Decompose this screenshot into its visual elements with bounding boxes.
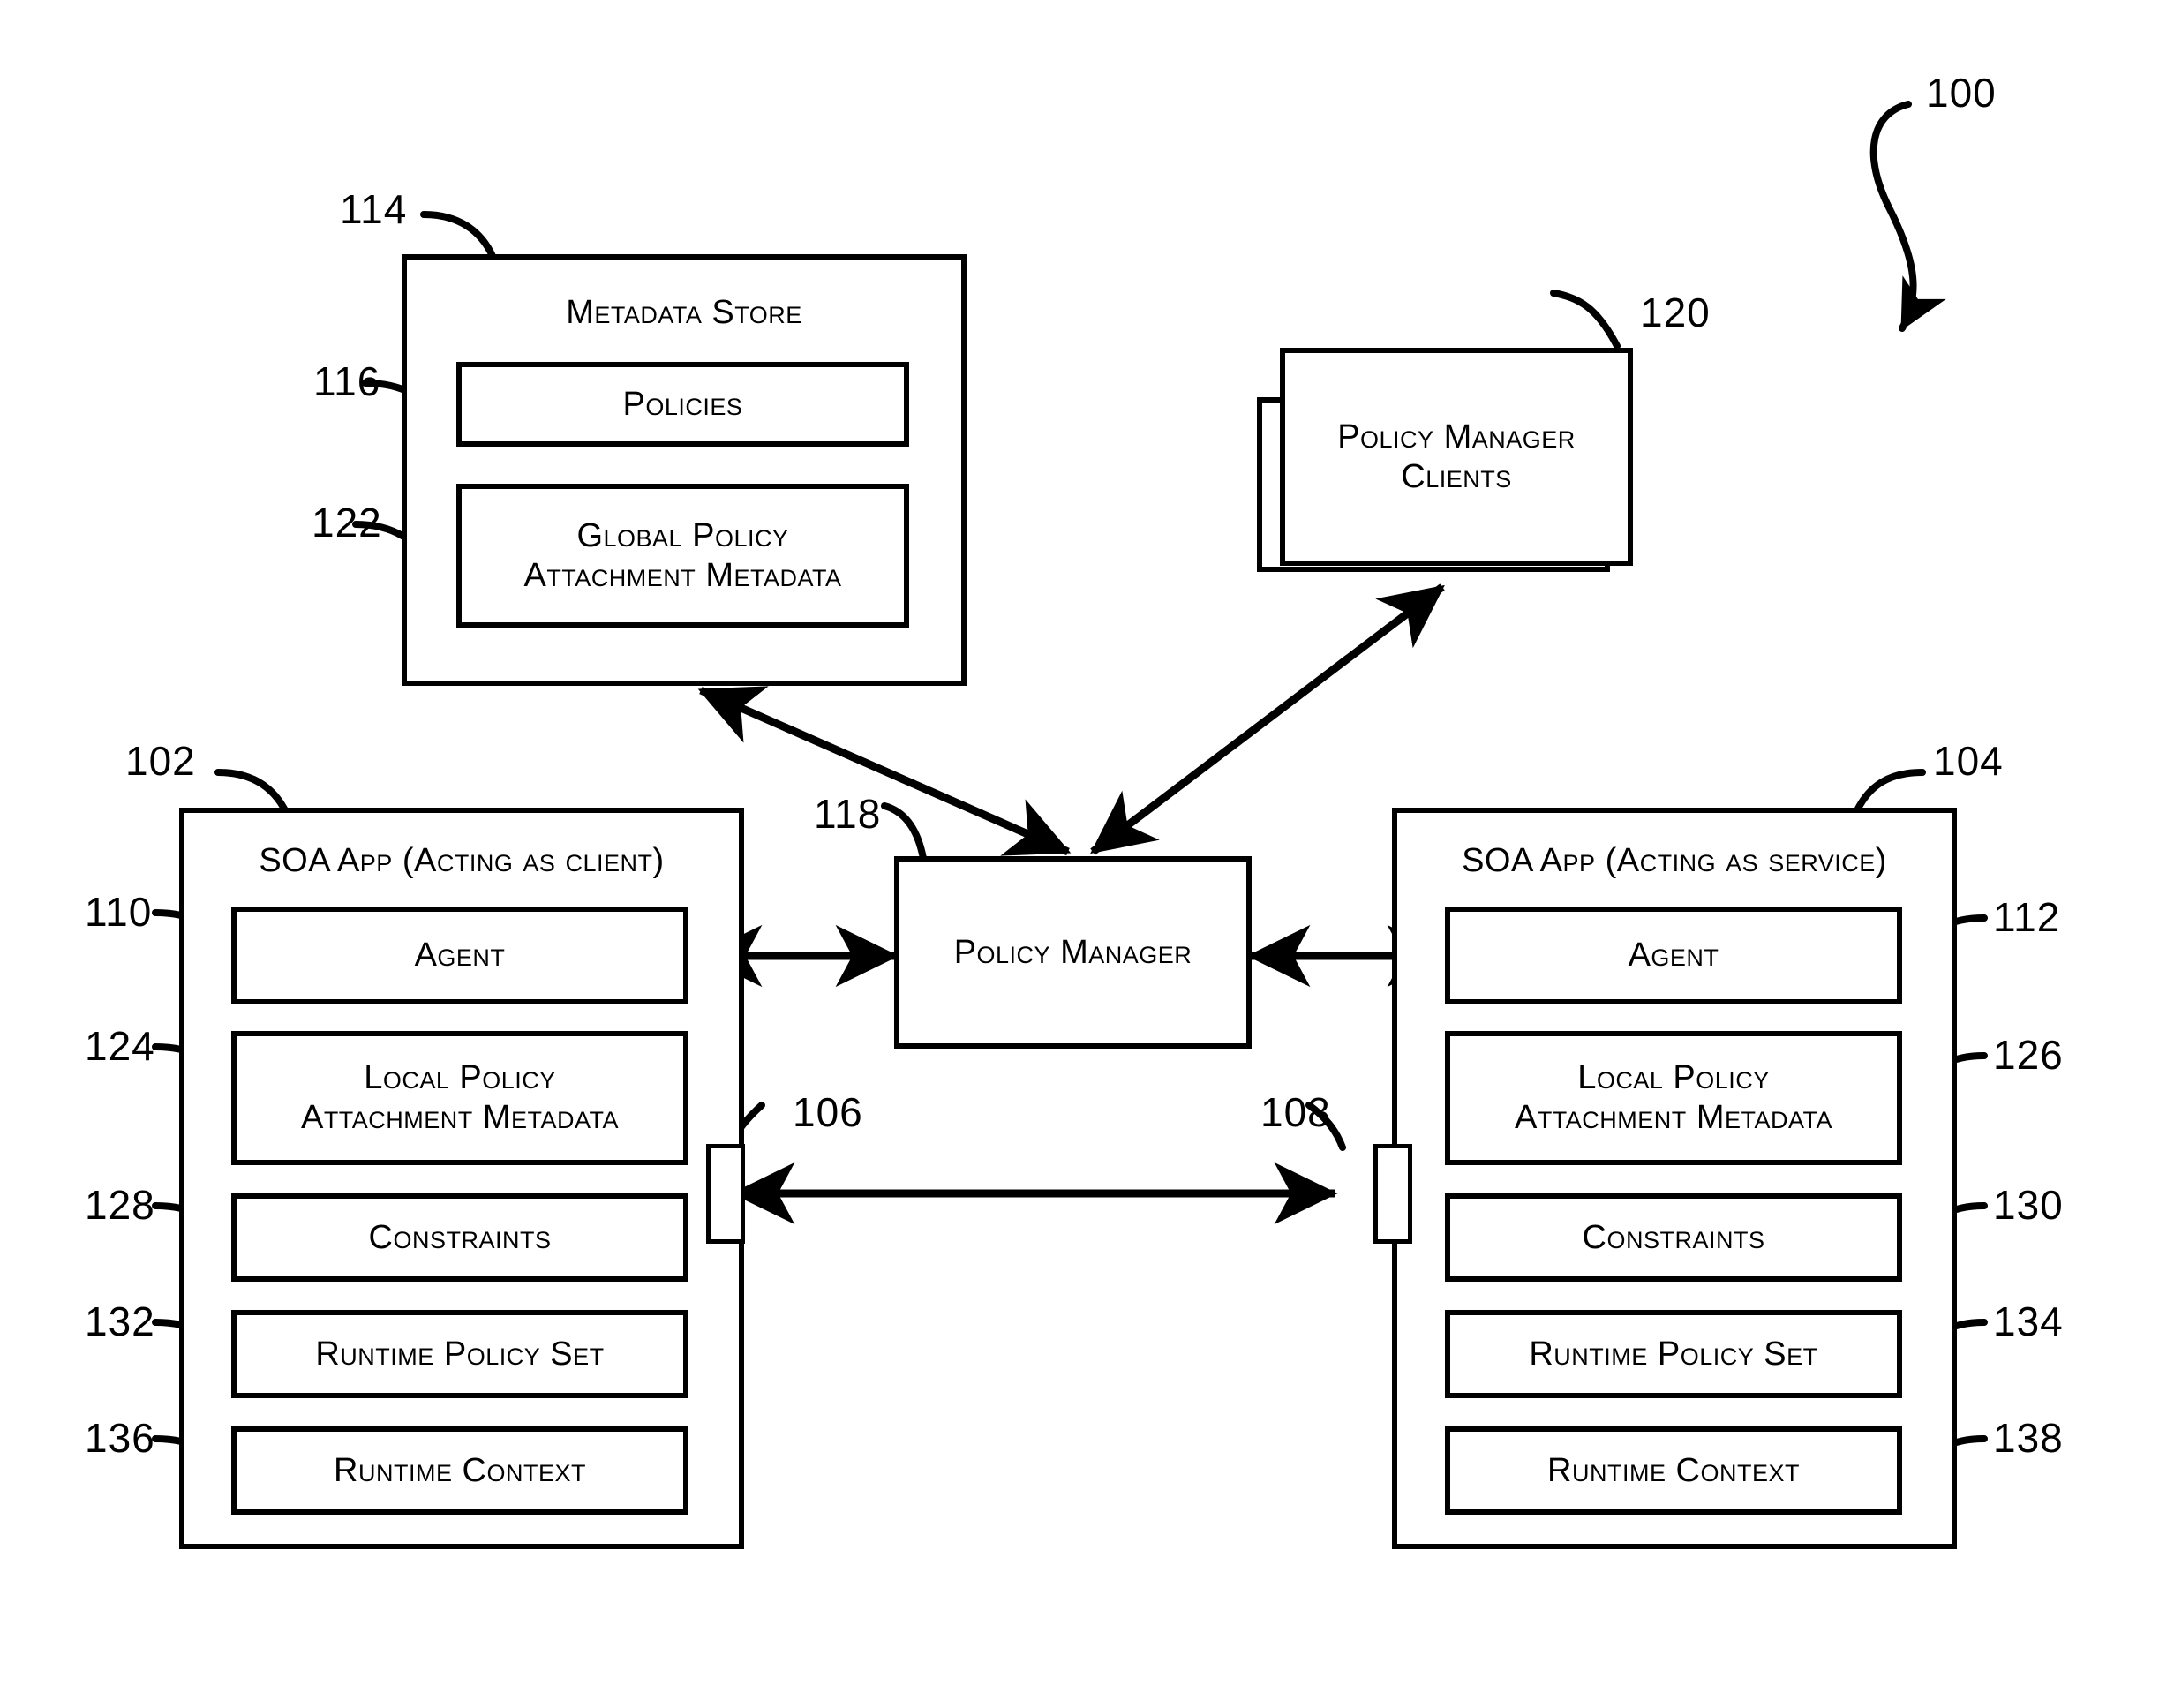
constraints-service-label: Constraints: [1582, 1218, 1765, 1256]
ref-110: 110: [85, 889, 153, 935]
ref-132: 132: [85, 1298, 155, 1344]
ref-104: 104: [1933, 738, 2004, 784]
metadata-store-title: Metadata Store: [566, 294, 802, 331]
agent-client-box: Agent: [231, 907, 688, 1004]
ref-128: 128: [85, 1182, 155, 1228]
global-policy-attachment-metadata-label-line1: Global Policy: [576, 516, 789, 554]
runtime-context-service-box: Runtime Context: [1445, 1426, 1902, 1515]
agent-client-label: Agent: [414, 937, 506, 974]
runtime-policy-set-service-label: Runtime Policy Set: [1529, 1335, 1818, 1373]
ref-114: 114: [340, 186, 408, 232]
runtime-policy-set-service-box: Runtime Policy Set: [1445, 1310, 1902, 1398]
policies-label: Policies: [622, 385, 743, 423]
patent-figure: Policy Manager --> Policy Manager --> Po…: [0, 0, 2159, 1708]
runtime-context-service-label: Runtime Context: [1547, 1451, 1800, 1489]
runtime-policy-set-client-box: Runtime Policy Set: [231, 1310, 688, 1398]
global-policy-attachment-metadata-label-line2: Attachment Metadata: [523, 556, 842, 594]
ref-124: 124: [85, 1023, 155, 1069]
agent-service-label: Agent: [1628, 937, 1719, 974]
ref-118: 118: [814, 791, 882, 837]
figure-number-100: 100: [1926, 70, 1997, 116]
constraints-client-box: Constraints: [231, 1193, 688, 1282]
policy-manager-box: Policy Manager: [894, 856, 1252, 1049]
policy-manager-clients-label-line2: Clients: [1401, 457, 1512, 495]
policy-manager-label: Policy Manager: [953, 933, 1192, 971]
local-policy-attachment-metadata-client-label-line2: Attachment Metadata: [300, 1099, 620, 1136]
runtime-context-client-label: Runtime Context: [334, 1451, 586, 1489]
agent-service-box: Agent: [1445, 907, 1902, 1004]
ref-134: 134: [1993, 1298, 2064, 1344]
constraints-client-label: Constraints: [368, 1218, 552, 1256]
local-policy-attachment-metadata-service-label-line2: Attachment Metadata: [1514, 1099, 1833, 1136]
ref-126: 126: [1993, 1032, 2064, 1078]
runtime-context-client-box: Runtime Context: [231, 1426, 688, 1515]
ref-120: 120: [1640, 290, 1711, 335]
client-connector-port: [706, 1144, 745, 1244]
policy-manager-clients-box: Policy Manager Clients: [1280, 348, 1633, 566]
runtime-policy-set-client-label: Runtime Policy Set: [315, 1335, 605, 1373]
service-connector-port: [1373, 1144, 1412, 1244]
ref-138: 138: [1993, 1415, 2064, 1461]
local-policy-attachment-metadata-client-label-line1: Local Policy: [364, 1059, 556, 1097]
constraints-service-box: Constraints: [1445, 1193, 1902, 1282]
soa-app-client-title: SOA App (Acting as client): [259, 842, 665, 879]
ref-102: 102: [125, 738, 196, 784]
ref-122: 122: [312, 500, 382, 546]
local-policy-attachment-metadata-service-box: Local Policy Attachment Metadata: [1445, 1031, 1902, 1165]
local-policy-attachment-metadata-service-label-line1: Local Policy: [1577, 1059, 1770, 1097]
soa-app-service-title: SOA App (Acting as service): [1462, 842, 1887, 879]
policy-manager-clients-label-line1: Policy Manager: [1337, 418, 1576, 455]
ref-116: 116: [313, 358, 381, 404]
ref-112: 112: [1993, 894, 2061, 940]
ref-130: 130: [1993, 1182, 2064, 1228]
policies-box: Policies: [456, 362, 909, 447]
global-policy-attachment-metadata-box: Global Policy Attachment Metadata: [456, 484, 909, 628]
ref-108: 108: [1260, 1089, 1331, 1135]
ref-106: 106: [793, 1089, 863, 1135]
local-policy-attachment-metadata-client-box: Local Policy Attachment Metadata: [231, 1031, 688, 1165]
ref-136: 136: [85, 1415, 155, 1461]
